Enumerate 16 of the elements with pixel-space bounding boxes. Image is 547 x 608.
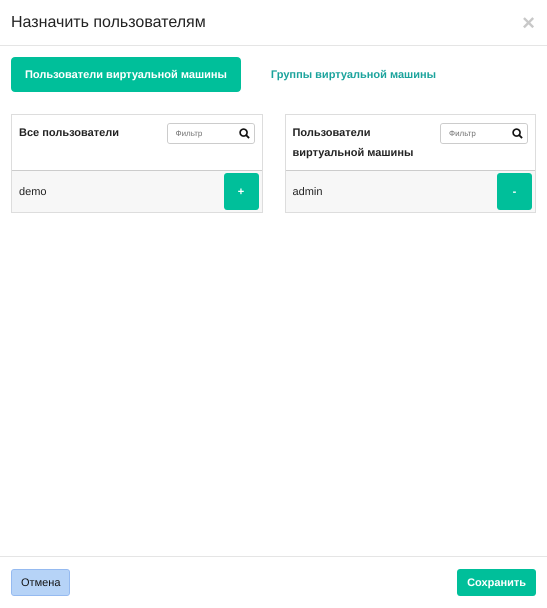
filter-field[interactable]: Фильтр: [166, 123, 254, 144]
panel-title: Все пользователи: [19, 126, 119, 141]
dialog-title: Назначить пользователям: [11, 14, 206, 32]
list-action-button[interactable]: -: [497, 173, 532, 210]
tab[interactable]: Группы виртуальной машины: [256, 57, 450, 92]
save-button[interactable]: Сохранить: [457, 569, 536, 596]
close-button[interactable]: ×: [522, 12, 535, 34]
user-name: admin: [292, 186, 322, 198]
panel-title: Пользователи виртуальной машины: [292, 126, 414, 161]
cancel-button[interactable]: Отмена: [11, 569, 70, 596]
filter-field[interactable]: Фильтр: [440, 123, 528, 144]
tab[interactable]: Пользователи виртуальной машины: [11, 57, 241, 92]
search-icon: [238, 128, 250, 139]
search-icon: [512, 128, 523, 139]
user-name: demo: [19, 186, 47, 198]
list-action-button[interactable]: +: [224, 173, 258, 210]
